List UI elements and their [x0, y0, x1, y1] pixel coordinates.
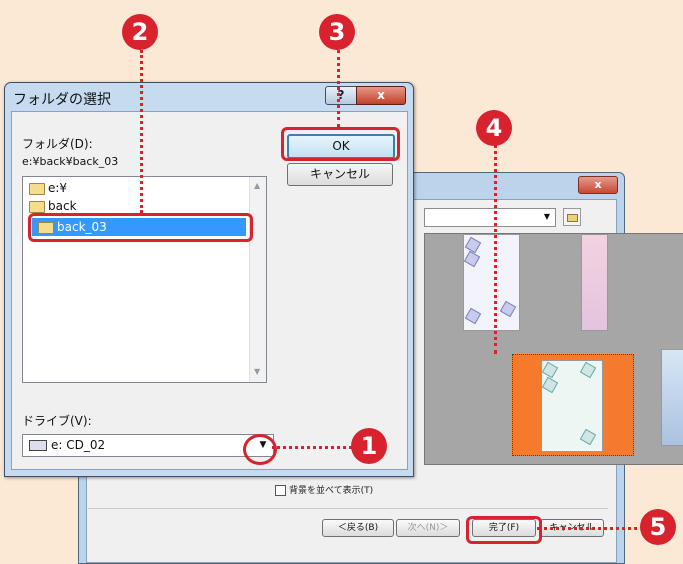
dialog-close-button[interactable]: x [356, 86, 406, 105]
back-button[interactable]: ＜戻る(B) [322, 519, 394, 537]
tree-scrollbar[interactable]: ▲ ▼ [249, 177, 266, 382]
leader-line-4 [494, 144, 497, 354]
highlight-tree-item [28, 213, 253, 242]
folder-browse-icon[interactable] [563, 208, 581, 226]
dialog-title: フォルダの選択 [13, 92, 111, 108]
open-folder-icon [29, 182, 45, 195]
scroll-down-icon: ▼ [254, 367, 261, 376]
folder-tree[interactable]: e:¥ back ▲ ▼ [22, 176, 267, 383]
highlight-finish-button [466, 516, 542, 544]
cancel-button[interactable]: キャンセル [287, 163, 393, 186]
background-thumbnail[interactable] [661, 349, 683, 446]
background-thumbnail[interactable] [581, 234, 608, 331]
callout-3: 3 [319, 14, 355, 50]
thumbnail-pane [424, 233, 683, 465]
drive-icon [29, 440, 47, 451]
checkbox-icon [275, 485, 286, 496]
callout-2: 2 [122, 14, 158, 50]
callout-1: 1 [351, 428, 387, 464]
tree-item-drive[interactable]: e:¥ [29, 179, 67, 197]
divider [88, 508, 608, 509]
callout-4: 4 [476, 110, 512, 146]
drive-label: ドライブ(V): [22, 414, 92, 428]
selected-background-thumbnail[interactable] [512, 354, 634, 456]
leader-line-2 [140, 50, 143, 213]
drive-select[interactable]: e: CD_02 ▼ [22, 434, 274, 457]
chevron-down-icon: ▼ [543, 212, 551, 221]
folder-label: フォルダ(D): [22, 137, 93, 151]
background-thumbnail[interactable] [463, 234, 520, 331]
leader-line-5 [537, 527, 637, 530]
wizard-folder-combo[interactable]: ▼ [424, 208, 556, 227]
scroll-up-icon: ▲ [254, 181, 261, 190]
highlight-drive-dropdown [243, 434, 277, 465]
current-path: e:¥back¥back_03 [22, 155, 119, 168]
open-folder-icon [29, 200, 45, 213]
callout-5: 5 [640, 509, 676, 545]
leader-line-1 [272, 446, 352, 449]
next-button[interactable]: 次へ(N)＞ [396, 519, 460, 537]
help-button[interactable]: ? [325, 86, 357, 105]
wizard-close-button[interactable]: x [578, 176, 618, 194]
leader-line-3 [337, 50, 340, 127]
highlight-ok-button [281, 127, 400, 161]
tile-backgrounds-checkbox[interactable]: 背景を並べて表示(T) [275, 483, 373, 496]
